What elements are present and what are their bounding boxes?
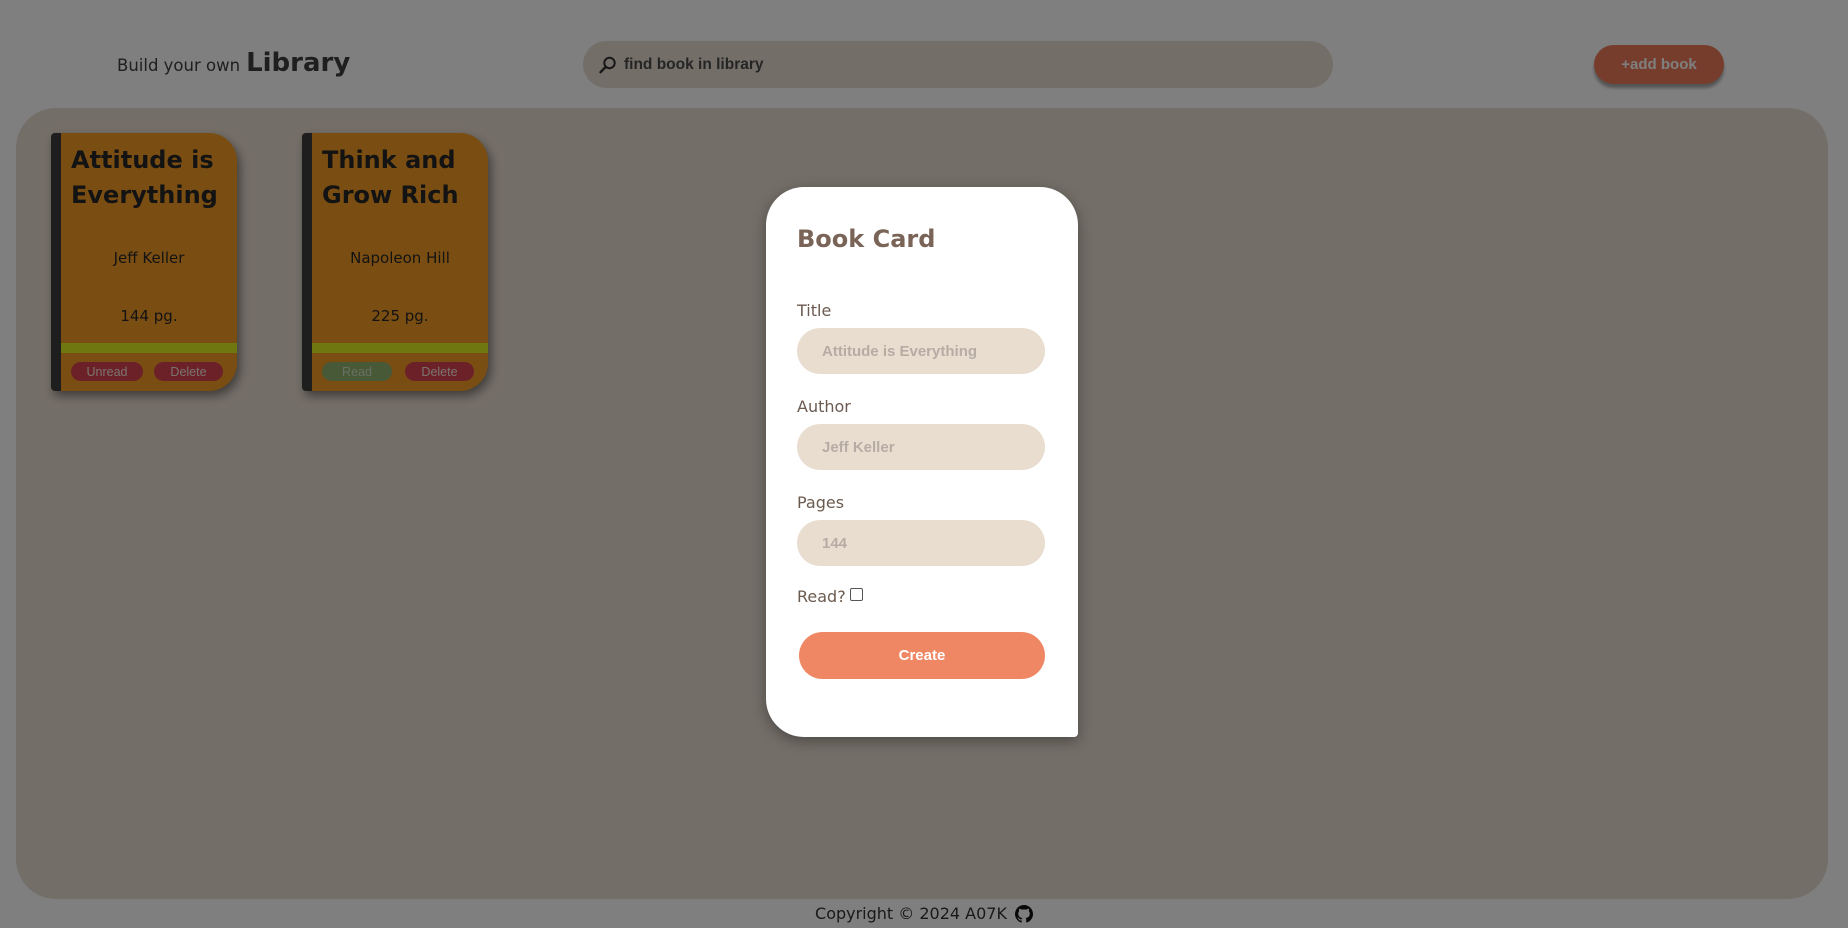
author-label: Author bbox=[797, 397, 851, 416]
book-card-modal: Book Card Title Author Pages Read? Creat… bbox=[766, 187, 1078, 737]
read-row: Read? bbox=[797, 587, 863, 606]
title-label: Title bbox=[797, 301, 832, 320]
author-input[interactable] bbox=[797, 424, 1045, 470]
title-input[interactable] bbox=[797, 328, 1045, 374]
pages-label: Pages bbox=[797, 493, 845, 512]
modal-title: Book Card bbox=[797, 225, 936, 253]
create-button[interactable]: Create bbox=[799, 632, 1045, 679]
pages-input[interactable] bbox=[797, 520, 1045, 566]
read-checkbox[interactable] bbox=[849, 588, 863, 601]
read-label: Read? bbox=[797, 587, 846, 606]
